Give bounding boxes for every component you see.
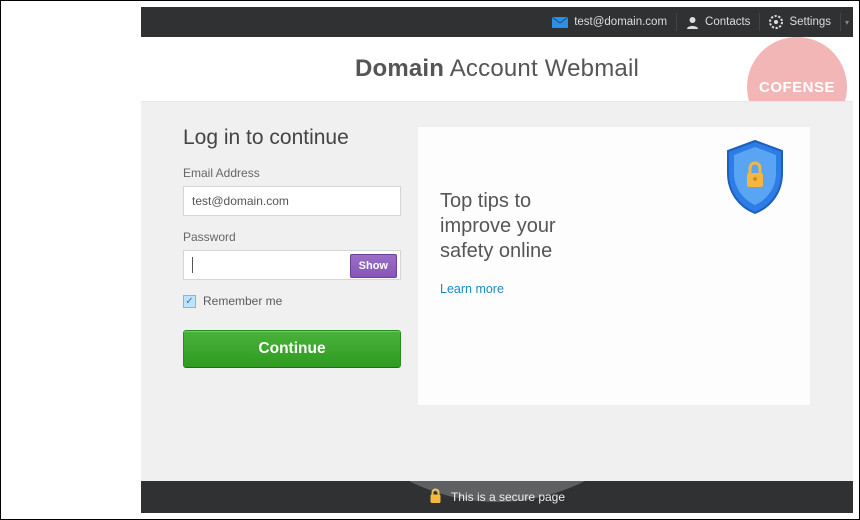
remember-checkbox[interactable]: ✓ <box>183 295 196 308</box>
person-icon <box>686 16 699 29</box>
gear-icon <box>769 15 783 29</box>
remember-me-row[interactable]: ✓ Remember me <box>183 294 401 308</box>
outer-frame: test@domain.com Contacts Settings ▾ Doma… <box>0 0 860 520</box>
email-label: Email Address <box>183 166 401 180</box>
email-input[interactable] <box>192 187 392 215</box>
login-heading: Log in to continue <box>183 126 401 150</box>
show-password-button[interactable]: Show <box>350 254 397 278</box>
shield-icon <box>722 139 788 220</box>
topbar-contacts-text: Contacts <box>705 16 750 28</box>
email-field[interactable] <box>183 186 401 216</box>
password-label: Password <box>183 230 401 244</box>
continue-button[interactable]: Continue <box>183 330 401 368</box>
app-window: test@domain.com Contacts Settings ▾ Doma… <box>141 7 853 513</box>
topbar-account-email[interactable]: test@domain.com <box>543 7 676 37</box>
page-title: Domain Account Webmail <box>355 55 639 83</box>
topbar-settings-text: Settings <box>789 16 831 28</box>
main-content: Log in to continue Email Address Passwor… <box>141 101 853 481</box>
topbar-email-text: test@domain.com <box>574 16 667 28</box>
title-row: Domain Account Webmail COFENSE <box>141 37 853 101</box>
footer-text: This is a secure page <box>451 490 565 504</box>
password-field[interactable]: Show <box>183 250 401 280</box>
content-inner: Log in to continue Email Address Passwor… <box>183 126 811 406</box>
lock-icon <box>429 488 442 507</box>
learn-more-link[interactable]: Learn more <box>440 282 504 296</box>
tips-heading: Top tips to improve your safety online <box>440 189 590 264</box>
tips-panel: Top tips to improve your safety online L… <box>417 126 811 406</box>
topbar: test@domain.com Contacts Settings ▾ <box>141 7 853 37</box>
mail-icon <box>552 17 568 28</box>
remember-label: Remember me <box>203 294 282 308</box>
login-panel: Log in to continue Email Address Passwor… <box>183 126 401 406</box>
footer: This is a secure page <box>141 481 853 513</box>
topbar-settings[interactable]: Settings <box>760 7 840 37</box>
chevron-down-icon[interactable]: ▾ <box>841 7 853 37</box>
topbar-contacts[interactable]: Contacts <box>677 7 759 37</box>
